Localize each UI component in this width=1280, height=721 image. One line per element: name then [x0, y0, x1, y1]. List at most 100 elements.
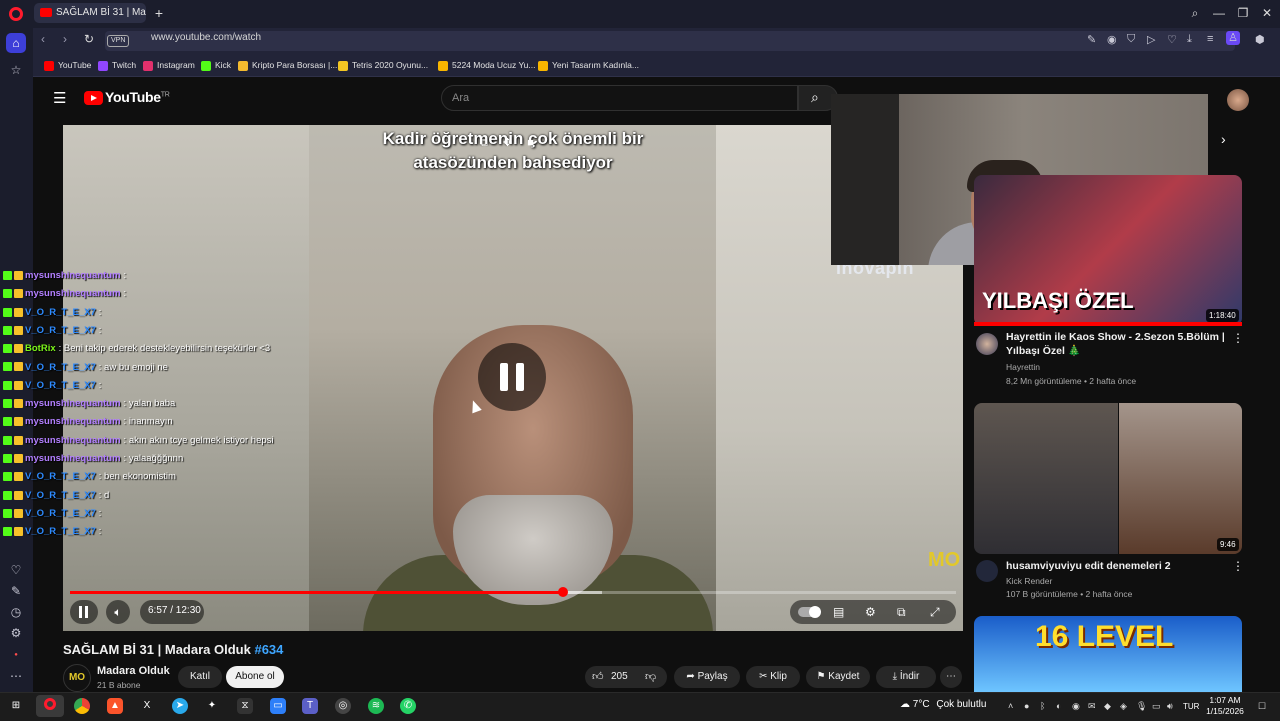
reload-icon[interactable]: ↻ — [84, 32, 94, 46]
tray-app-icon[interactable]: ◆ — [1104, 701, 1111, 712]
teams-icon[interactable]: T — [302, 698, 318, 714]
weather-widget[interactable]: ☁ 7°C Çok bulutlu — [900, 699, 986, 710]
progress-scrubber[interactable] — [557, 587, 568, 597]
home-icon[interactable]: ⌂ — [6, 33, 26, 53]
close-window-button[interactable]: ✕ — [1255, 2, 1279, 24]
channel-avatar[interactable] — [976, 333, 998, 355]
vpn-badge[interactable]: VPN — [107, 35, 130, 47]
recommendation-channel[interactable]: Kick Render — [1006, 576, 1052, 586]
minimize-button[interactable]: — — [1207, 2, 1231, 24]
chat-username[interactable]: V_O_R_T_E_X7 — [25, 307, 96, 318]
chrome-icon[interactable] — [74, 698, 90, 714]
maximize-button[interactable]: ❐ — [1231, 2, 1255, 24]
browser-tab[interactable]: SAĞLAM Bİ 31 | Mada — [34, 3, 146, 23]
explorer-icon[interactable]: ▭ — [270, 698, 286, 714]
microphone-icon[interactable]: 🎙︎ — [1136, 701, 1147, 712]
history-icon[interactable]: ◷ — [6, 602, 26, 622]
vpn-app-icon[interactable]: ◎ — [335, 698, 351, 714]
forward-icon[interactable]: › — [63, 32, 67, 46]
easy-setup-icon[interactable]: ⬢ — [1255, 33, 1265, 46]
bookmark-twitch[interactable]: Twitch — [98, 60, 136, 71]
copy-icon[interactable]: ⧉ — [480, 137, 488, 149]
miniplayer-icon[interactable]: ⧉ — [897, 604, 906, 620]
video-hashtag[interactable]: #634 — [254, 642, 283, 657]
camera-icon[interactable]: ◉ — [1107, 33, 1117, 46]
chat-username[interactable]: BotRix — [25, 343, 56, 354]
chat-username[interactable]: V_O_R_T_E_X7 — [25, 490, 96, 501]
big-pause-icon[interactable] — [478, 343, 546, 411]
capcut-icon[interactable]: ⧖ — [237, 698, 253, 714]
like-icon[interactable]: 👍︎ — [592, 670, 604, 683]
chat-username[interactable]: V_O_R_T_E_X7 — [25, 471, 96, 482]
bookmark-youtube[interactable]: YouTube — [44, 60, 91, 71]
chat-username[interactable]: V_O_R_T_E_X7 — [25, 325, 96, 336]
whatsapp-icon[interactable]: ✆ — [400, 698, 416, 714]
chat-username[interactable]: mysunshinequantum — [25, 270, 121, 281]
like-count[interactable]: 205 — [611, 671, 628, 682]
spotify-icon[interactable]: ≋ — [368, 698, 384, 714]
profile-icon[interactable]: ♙ — [1226, 31, 1240, 45]
dislike-icon[interactable]: 👎︎ — [645, 670, 656, 683]
channel-watermark[interactable]: MO — [928, 549, 960, 572]
address-field[interactable] — [105, 31, 1235, 51]
opera-taskbar-icon[interactable] — [36, 695, 64, 717]
heart-icon[interactable]: ♡ — [1167, 33, 1177, 46]
clip-button[interactable]: ✂ Klip — [746, 666, 800, 688]
back-icon[interactable]: ‹ — [41, 32, 45, 46]
telegram-icon[interactable]: ➤ — [172, 698, 188, 714]
chat-username[interactable]: mysunshinequantum — [25, 453, 121, 464]
more-actions-button[interactable]: ⋯ — [940, 666, 962, 688]
tray-app-icon[interactable]: ✉ — [1088, 701, 1096, 712]
camera-video-icon[interactable]: ■ — [527, 137, 534, 149]
x-icon[interactable]: X — [139, 698, 155, 714]
settings-icon[interactable]: ⚙ — [865, 604, 876, 620]
favorites-heart-icon[interactable]: ♡ — [6, 560, 26, 580]
bookmark-instagram[interactable]: Instagram — [143, 60, 195, 71]
fullscreen-icon[interactable]: ⤢ — [930, 604, 940, 620]
brave-icon[interactable]: ▲ — [107, 698, 123, 714]
chat-username[interactable]: mysunshinequantum — [25, 435, 121, 446]
volume-icon[interactable]: 🔈︎ — [106, 600, 130, 624]
chat-username[interactable]: mysunshinequantum — [25, 288, 121, 299]
edit-icon[interactable]: ✎ — [6, 581, 26, 601]
system-clock[interactable]: 1:07 AM 1/15/2026 — [1200, 695, 1250, 717]
channel-avatar[interactable]: MO — [63, 664, 91, 692]
chevron-right-icon[interactable]: › — [1221, 131, 1226, 147]
pinboard-icon[interactable]: ☆ — [6, 60, 26, 80]
bookmark-tasarim[interactable]: Yeni Tasarım Kadınla... — [538, 60, 639, 71]
chat-username[interactable]: mysunshinequantum — [25, 416, 121, 427]
chat-username[interactable]: V_O_R_T_E_X7 — [25, 526, 96, 537]
menu-icon[interactable]: ≡ — [1207, 33, 1213, 45]
bookmark-tetris[interactable]: Tetris 2020 Oyunu... — [338, 60, 428, 71]
more-options-icon[interactable]: ⋮ — [1232, 559, 1244, 573]
move-icon[interactable]: ✥ — [503, 137, 512, 149]
notifications-icon[interactable]: ☐ — [1258, 701, 1266, 712]
url-text[interactable]: www.youtube.com/watch — [151, 32, 261, 43]
bookmark-kick[interactable]: Kick — [201, 60, 231, 71]
subtitles-icon[interactable]: ▤ — [833, 604, 844, 620]
search-tabs-icon[interactable]: ⌕ — [1183, 2, 1207, 24]
settings-gear-icon[interactable]: ⚙ — [6, 623, 26, 643]
tray-app-icon[interactable]: ● — [1024, 701, 1029, 711]
save-button[interactable]: ⚑ Kaydet — [806, 666, 870, 688]
search-input[interactable] — [441, 85, 798, 111]
play-icon[interactable]: ▷ — [1147, 33, 1155, 46]
share-button[interactable]: ➦ Paylaş — [674, 666, 740, 688]
chat-username[interactable]: V_O_R_T_E_X7 — [25, 380, 96, 391]
recommendation-title[interactable]: Hayrettin ile Kaos Show - 2.Sezon 5.Bölü… — [1006, 330, 1228, 358]
tray-chevron-icon[interactable]: ˄ — [1008, 701, 1013, 711]
user-avatar[interactable] — [1227, 89, 1249, 111]
bookmark-kripto[interactable]: Kripto Para Borsası |... — [238, 60, 337, 71]
channel-name[interactable]: Madara Olduk — [97, 665, 170, 677]
bookmark-moda[interactable]: 5224 Moda Ucuz Yu... — [438, 60, 535, 71]
tidal-icon[interactable]: ✦ — [204, 698, 220, 714]
recommendation-title[interactable]: husamviyuviyu edit denemeleri 2 — [1006, 559, 1228, 573]
new-tab-button[interactable]: + — [150, 3, 168, 23]
tray-app-icon[interactable]: ◐ — [1056, 701, 1061, 711]
more-icon[interactable]: ⋯ — [6, 666, 26, 686]
subscribe-button[interactable]: Abone ol — [226, 666, 284, 688]
windows-start-icon[interactable]: ⊞ — [8, 698, 24, 714]
shield-icon[interactable]: ⛉ — [1127, 33, 1135, 46]
chat-username[interactable]: mysunshinequantum — [25, 398, 121, 409]
join-button[interactable]: Katıl — [178, 666, 222, 688]
